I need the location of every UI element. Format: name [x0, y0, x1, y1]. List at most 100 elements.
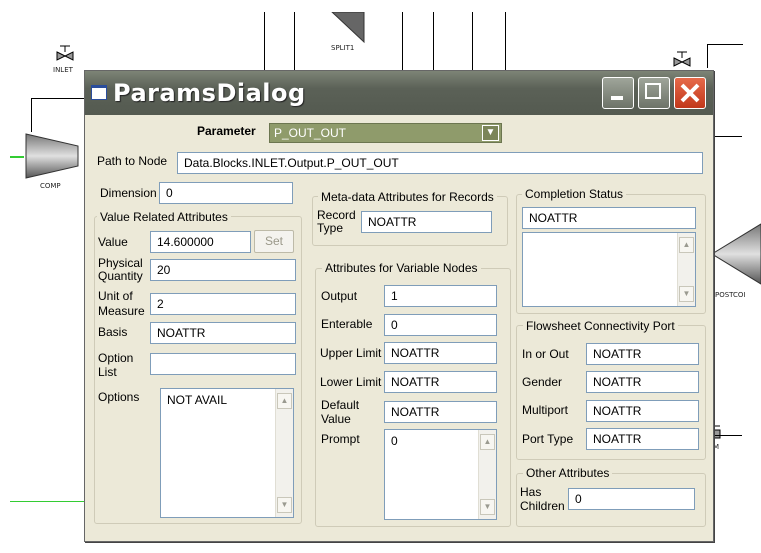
has-children-label-1: Has — [520, 485, 542, 499]
scrollbar[interactable]: ▲ ▼ — [478, 430, 496, 519]
scroll-down-icon[interactable]: ▼ — [277, 497, 292, 513]
comp-label: COMP — [40, 182, 61, 190]
port-type-field[interactable]: NOATTR — [586, 428, 699, 450]
record-type-field[interactable]: NOATTR — [361, 211, 492, 233]
gender-field[interactable]: NOATTR — [586, 371, 699, 393]
stream-line — [712, 435, 742, 436]
dialog-title: ParamsDialog — [113, 79, 306, 107]
other-attributes-title: Other Attributes — [523, 466, 613, 480]
stream-line — [505, 12, 506, 72]
titlebar[interactable]: ParamsDialog — [85, 71, 713, 115]
stream-line — [264, 12, 265, 72]
stream-line — [31, 98, 85, 99]
option-list-label-1: Option — [98, 351, 134, 365]
options-text: NOT AVAIL — [167, 393, 228, 407]
stream-line — [294, 12, 295, 72]
window-icon — [91, 85, 107, 100]
scroll-up-icon[interactable]: ▲ — [277, 393, 292, 409]
split-block-icon[interactable] — [330, 12, 366, 44]
parameter-dropdown[interactable]: P_OUT_OUT ▼ — [269, 123, 502, 143]
stream-line — [707, 44, 743, 45]
stream-line — [707, 44, 708, 68]
prompt-text: 0 — [391, 434, 398, 448]
dimension-label: Dimension — [100, 186, 157, 200]
default-value-field[interactable]: NOATTR — [384, 401, 497, 423]
meta-data-title: Meta-data Attributes for Records — [318, 190, 497, 204]
options-textarea[interactable]: NOT AVAIL ▲ ▼ — [160, 388, 294, 518]
physical-quantity-field[interactable]: 20 — [150, 259, 296, 281]
gender-label: Gender — [522, 375, 563, 389]
inlet-label: INLET — [53, 66, 73, 74]
maximize-icon — [645, 83, 661, 99]
set-button[interactable]: Set — [254, 230, 294, 253]
default-value-label-1: Default — [321, 398, 360, 412]
stream-line — [402, 12, 403, 72]
basis-field[interactable]: NOATTR — [150, 322, 296, 344]
multiport-field[interactable]: NOATTR — [586, 400, 699, 422]
scroll-down-icon[interactable]: ▼ — [480, 499, 495, 515]
inlet-valve-icon[interactable] — [55, 44, 75, 64]
compressor-icon[interactable] — [24, 132, 80, 180]
prompt-textarea[interactable]: 0 ▲ ▼ — [384, 429, 497, 520]
close-icon — [680, 83, 700, 103]
prompt-label: Prompt — [321, 432, 360, 446]
upper-limit-label: Upper Limit — [320, 346, 382, 360]
dimension-field[interactable]: 0 — [159, 182, 293, 204]
port-type-label: Port Type — [522, 432, 574, 446]
close-button[interactable] — [674, 77, 706, 109]
scrollbar[interactable]: ▲ ▼ — [275, 389, 293, 517]
in-or-out-label: In or Out — [522, 347, 569, 361]
stream-line-green — [10, 501, 84, 502]
value-field[interactable]: 14.600000 — [150, 231, 251, 253]
stream-line — [472, 12, 473, 72]
unit-of-measure-field[interactable]: 2 — [150, 293, 296, 315]
valve-icon[interactable] — [672, 50, 692, 70]
chevron-down-icon[interactable]: ▼ — [482, 125, 499, 141]
maximize-button[interactable] — [638, 77, 670, 109]
lower-limit-field[interactable]: NOATTR — [384, 371, 497, 393]
value-label: Value — [98, 235, 128, 249]
completion-status-field[interactable]: NOATTR — [522, 207, 696, 229]
record-label-2: Type — [317, 221, 344, 235]
in-or-out-field[interactable]: NOATTR — [586, 343, 699, 365]
output-label: Output — [321, 289, 358, 303]
scroll-up-icon[interactable]: ▲ — [480, 434, 495, 450]
unit-label-1: Unit of — [98, 289, 133, 303]
enterable-label: Enterable — [321, 317, 373, 331]
upper-limit-field[interactable]: NOATTR — [384, 342, 497, 364]
scroll-up-icon[interactable]: ▲ — [679, 237, 694, 253]
has-children-label-2: Children — [520, 499, 565, 513]
has-children-field[interactable]: 0 — [568, 488, 695, 510]
scroll-down-icon[interactable]: ▼ — [679, 286, 694, 302]
multiport-label: Multiport — [522, 403, 569, 417]
options-label: Options — [98, 390, 140, 404]
parameter-value: P_OUT_OUT — [274, 126, 347, 140]
stream-line — [31, 98, 32, 132]
flowsheet-port-title: Flowsheet Connectivity Port — [523, 319, 678, 333]
minimize-button[interactable] — [602, 77, 634, 109]
option-list-label-2: List — [98, 365, 117, 379]
stream-line — [712, 136, 742, 137]
path-label: Path to Node — [97, 154, 168, 168]
postcomp-block-icon[interactable] — [712, 222, 761, 286]
stream-line — [433, 12, 434, 72]
basis-label: Basis — [98, 325, 128, 339]
lower-limit-label: Lower Limit — [320, 375, 382, 389]
completion-status-title: Completion Status — [522, 187, 627, 201]
option-list-field[interactable] — [150, 353, 296, 375]
scrollbar[interactable]: ▲ ▼ — [677, 233, 695, 306]
postcomp-label: POSTCOI — [715, 291, 746, 299]
physical-label-2: Quantity — [98, 269, 143, 283]
unit-label-2: Measure — [98, 304, 145, 318]
default-value-label-2: Value — [321, 412, 351, 426]
split-label: SPLIT1 — [331, 44, 355, 52]
completion-status-textarea[interactable]: ▲ ▼ — [522, 232, 696, 307]
minimize-icon — [611, 96, 623, 100]
feed-arrow — [10, 156, 24, 158]
parameter-label: Parameter — [197, 124, 256, 138]
value-attributes-title: Value Related Attributes — [97, 210, 231, 224]
output-field[interactable]: 1 — [384, 285, 497, 307]
variable-nodes-title: Attributes for Variable Nodes — [322, 261, 481, 275]
path-field[interactable]: Data.Blocks.INLET.Output.P_OUT_OUT — [177, 152, 703, 174]
enterable-field[interactable]: 0 — [384, 314, 497, 336]
